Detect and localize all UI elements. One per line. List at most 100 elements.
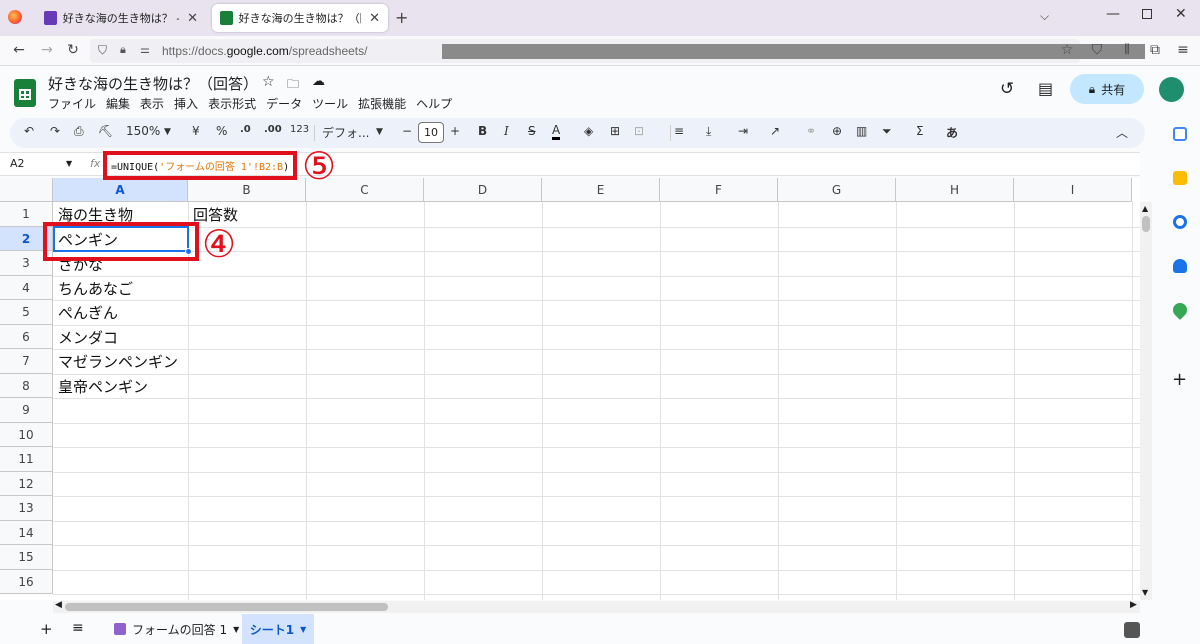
row-header-11[interactable]: 11 — [0, 447, 53, 472]
extensions-icon[interactable]: ⧉ — [1146, 42, 1164, 58]
text-rotate-icon[interactable]: ↗ — [770, 124, 780, 138]
insert-link-icon[interactable]: ⚭ — [806, 124, 816, 138]
column-header-h[interactable]: H — [896, 178, 1014, 202]
history-icon[interactable]: ↺ — [1000, 79, 1014, 99]
row-header-9[interactable]: 9 — [0, 398, 53, 423]
calendar-icon[interactable] — [1173, 127, 1187, 141]
currency-format-button[interactable]: ¥ — [192, 124, 200, 138]
lock-icon[interactable]: 🔒︎ — [120, 43, 126, 57]
row-header-14[interactable]: 14 — [0, 520, 53, 545]
maps-icon[interactable] — [1170, 300, 1190, 320]
cell-a7[interactable]: マゼランペンギン — [58, 351, 178, 372]
browser-tab-sheet[interactable]: 好きな海の生き物は？（回答）- ✕ — [212, 4, 388, 32]
cloud-status-icon[interactable]: ☁ — [312, 74, 325, 89]
undo-icon[interactable]: ↶ — [24, 124, 34, 138]
sheet-tab-dropdown-icon[interactable]: ▼ — [233, 625, 239, 634]
get-addons-icon[interactable]: + — [1172, 369, 1187, 390]
column-header-d[interactable]: D — [424, 178, 542, 202]
row-header-7[interactable]: 7 — [0, 349, 53, 374]
scroll-down-icon[interactable]: ▼ — [1142, 588, 1148, 597]
restore-icon[interactable] — [1142, 9, 1152, 19]
select-all-corner[interactable] — [0, 178, 53, 202]
contacts-icon[interactable] — [1173, 259, 1187, 273]
library-icon[interactable]: ⫼ — [1118, 42, 1136, 57]
column-header-b[interactable]: B — [188, 178, 306, 202]
vertical-align-icon[interactable]: ⤓ — [706, 124, 711, 139]
menu-view[interactable]: 表示 — [140, 95, 164, 112]
row-header-16[interactable]: 16 — [0, 569, 53, 594]
share-button[interactable]: 🔒︎ 共有 — [1070, 74, 1144, 104]
firefox-menu-icon[interactable] — [8, 10, 22, 24]
bookmark-star-icon[interactable]: ☆ — [1058, 42, 1076, 58]
cell-a8[interactable]: 皇帝ペンギン — [58, 376, 148, 397]
font-dropdown-icon[interactable]: ▼ — [376, 127, 383, 137]
input-tools-button[interactable]: あ — [946, 124, 958, 141]
keep-icon[interactable] — [1173, 171, 1187, 185]
column-header-g[interactable]: G — [778, 178, 896, 202]
menu-format[interactable]: 表示形式 — [208, 95, 256, 112]
scroll-left-icon[interactable]: ◀ — [55, 600, 62, 610]
sheets-logo[interactable] — [14, 79, 36, 107]
browser-tab-form[interactable]: 好きな海の生き物は？ - Google フ ✕ — [36, 4, 206, 32]
menu-tools[interactable]: ツール — [312, 95, 348, 112]
print-icon[interactable]: ⎙ — [74, 124, 84, 139]
menu-extensions[interactable]: 拡張機能 — [358, 95, 406, 112]
close-tab-icon[interactable]: ✕ — [187, 11, 198, 26]
row-header-13[interactable]: 13 — [0, 496, 53, 521]
move-folder-icon[interactable]: 🗀 — [287, 75, 299, 96]
decrease-decimal-button[interactable]: .0 — [240, 124, 251, 135]
merge-cells-icon[interactable]: ⊡ — [634, 124, 644, 138]
cell-a5[interactable]: ぺんぎん — [58, 302, 118, 323]
paint-format-icon[interactable]: ⛏ — [98, 124, 113, 138]
percent-format-button[interactable]: % — [216, 124, 227, 138]
document-title[interactable]: 好きな海の生き物は？（回答） — [48, 73, 258, 94]
cell-a4[interactable]: ちんあなご — [58, 278, 133, 299]
menu-edit[interactable]: 編集 — [106, 95, 130, 112]
column-header-f[interactable]: F — [660, 178, 778, 202]
font-select[interactable]: デフォ... — [322, 124, 369, 141]
explore-icon[interactable] — [1124, 622, 1140, 638]
font-size-input[interactable]: 10 — [418, 122, 444, 143]
menu-help[interactable]: ヘルプ — [416, 95, 452, 112]
back-icon[interactable]: ← — [10, 42, 28, 58]
sheet-tab-dropdown-icon[interactable]: ▼ — [300, 625, 306, 634]
zoom-select[interactable]: 150% — [126, 124, 160, 138]
row-header-10[interactable]: 10 — [0, 422, 53, 447]
italic-icon[interactable]: I — [504, 124, 509, 138]
row-header-6[interactable]: 6 — [0, 324, 53, 349]
text-wrap-icon[interactable]: ⇥ — [738, 124, 748, 138]
column-header-a[interactable]: A — [53, 178, 188, 202]
scroll-up-icon[interactable]: ▲ — [1142, 204, 1148, 213]
avatar[interactable] — [1159, 77, 1184, 102]
vertical-scrollbar[interactable]: ▲ ▼ — [1140, 202, 1152, 600]
cell-a6[interactable]: メンダコ — [58, 327, 118, 348]
permissions-icon[interactable]: ⚌ — [140, 43, 150, 56]
star-icon[interactable]: ☆ — [262, 74, 275, 90]
fill-color-icon[interactable]: ◈ — [584, 124, 593, 138]
tab-list-chevron-down-icon[interactable]: ⌵ — [1040, 9, 1049, 24]
zoom-dropdown-icon[interactable]: ▼ — [164, 127, 171, 137]
insert-comment-icon[interactable]: ⊕ — [832, 124, 842, 138]
shield-icon[interactable]: ⛉ — [98, 43, 107, 58]
horizontal-align-icon[interactable]: ≡ — [674, 124, 684, 138]
app-menu-icon[interactable]: ≡ — [1174, 42, 1192, 58]
tasks-icon[interactable] — [1173, 215, 1187, 229]
text-color-icon[interactable]: A — [552, 124, 561, 140]
new-tab-icon[interactable]: + — [395, 8, 408, 27]
address-bar[interactable]: ⛉ 🔒︎ ⚌ https://docs.google.com/spreadshe… — [90, 39, 1145, 63]
horizontal-scrollbar[interactable]: ◀ ▶ — [53, 600, 1140, 613]
close-tab-icon[interactable]: ✕ — [369, 11, 380, 26]
filter-icon[interactable]: ⏷ — [882, 124, 892, 139]
font-size-increase-icon[interactable]: + — [450, 124, 460, 138]
row-header-4[interactable]: 4 — [0, 275, 53, 300]
horizontal-scroll-thumb[interactable] — [65, 603, 388, 611]
name-box[interactable]: A2 — [10, 157, 25, 170]
sheet-tab-sheet1[interactable]: シート1 ▼ — [242, 614, 314, 644]
menu-file[interactable]: ファイル — [48, 95, 96, 112]
insert-chart-icon[interactable]: ▥ — [856, 124, 867, 138]
vertical-scroll-thumb[interactable] — [1142, 216, 1150, 232]
collapse-toolbar-icon[interactable]: ︿ — [1116, 124, 1128, 141]
add-sheet-icon[interactable]: + — [40, 620, 53, 638]
pocket-icon[interactable]: ⛉ — [1088, 42, 1106, 58]
sheet-tab-form-responses[interactable]: フォームの回答 1 ▼ — [108, 616, 245, 642]
